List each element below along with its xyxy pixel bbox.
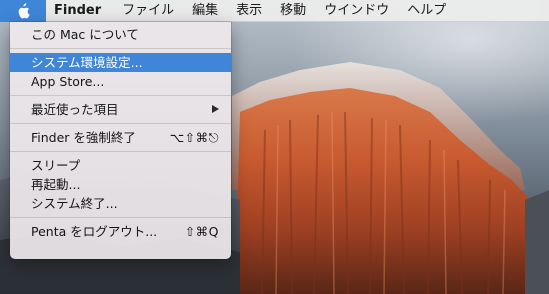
keyboard-shortcut: ⌥⇧⌘⎋ — [169, 130, 219, 145]
menu-separator — [10, 48, 231, 49]
apple-menu-button[interactable] — [0, 0, 46, 22]
menu-bar: Finder ファイル 編集 表示 移動 ウインドウ ヘルプ — [0, 0, 549, 22]
menu-separator — [10, 95, 231, 96]
menu-item-restart[interactable]: 再起動... — [10, 175, 231, 194]
menu-item-system-preferences[interactable]: システム環境設定... — [10, 53, 231, 72]
menu-item-label: システム環境設定... — [31, 55, 143, 70]
menu-window[interactable]: ウインドウ — [315, 0, 398, 22]
menu-item-sleep[interactable]: スリープ — [10, 156, 231, 175]
menu-item-label: 再起動... — [31, 177, 81, 192]
menu-item-label: Penta をログアウト... — [31, 224, 158, 239]
menu-item-label: システム終了... — [31, 196, 118, 211]
menu-item-label: App Store... — [31, 74, 105, 89]
menu-item-log-out[interactable]: Penta をログアウト... ⇧⌘Q — [10, 222, 231, 241]
menu-go[interactable]: 移動 — [271, 0, 315, 22]
menu-item-label: 最近使った項目 — [31, 102, 119, 117]
menu-edit[interactable]: 編集 — [183, 0, 227, 22]
menu-finder[interactable]: Finder — [46, 0, 113, 22]
chevron-right-icon — [212, 105, 219, 113]
menu-separator — [10, 217, 231, 218]
menu-item-recent-items[interactable]: 最近使った項目 — [10, 100, 231, 119]
menu-item-shut-down[interactable]: システム終了... — [10, 194, 231, 213]
menu-separator — [10, 151, 231, 152]
menu-item-label: この Mac について — [31, 27, 139, 42]
menu-file[interactable]: ファイル — [113, 0, 183, 22]
menu-item-force-quit-finder[interactable]: Finder を強制終了 ⌥⇧⌘⎋ — [10, 128, 231, 147]
apple-menu-dropdown: この Mac について システム環境設定... App Store... 最近使… — [10, 22, 231, 259]
menu-view[interactable]: 表示 — [227, 0, 271, 22]
keyboard-shortcut: ⇧⌘Q — [184, 224, 219, 239]
apple-logo-icon — [16, 2, 30, 19]
menu-help[interactable]: ヘルプ — [398, 0, 455, 22]
menu-item-label: スリープ — [31, 158, 81, 173]
menu-item-app-store[interactable]: App Store... — [10, 72, 231, 91]
menu-item-label: Finder を強制終了 — [31, 130, 136, 145]
menu-separator — [10, 123, 231, 124]
menu-item-about-this-mac[interactable]: この Mac について — [10, 25, 231, 44]
